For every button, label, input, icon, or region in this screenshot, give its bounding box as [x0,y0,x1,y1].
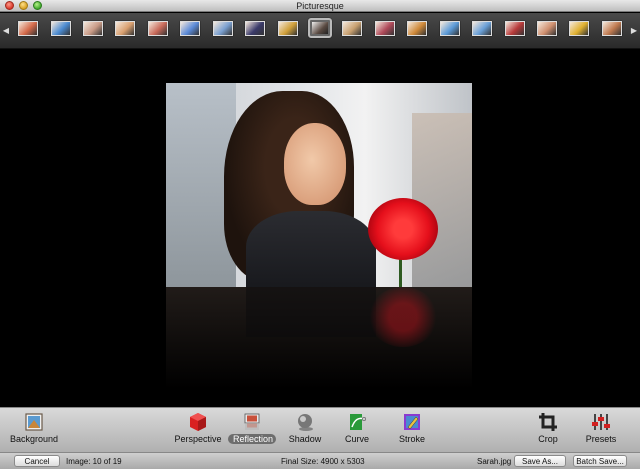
shadow-button[interactable]: Shadow [286,412,324,444]
background-button[interactable]: Background [8,412,60,444]
preview-canvas [0,50,640,407]
stroke-pencil-icon [404,414,420,430]
title-bar: Picturesque [0,0,640,12]
thumbnail-item[interactable] [472,21,492,36]
thumbnail-item[interactable] [83,21,103,36]
scroll-right-icon[interactable]: ▶ [628,13,640,49]
curve-button[interactable]: Curve [340,412,374,444]
thumbnail-item[interactable] [440,21,460,36]
filename-label: Sarah.jpg [477,457,512,466]
thumbnail-list [12,18,628,43]
perspective-button[interactable]: Perspective [174,412,222,444]
thumbnail-item[interactable] [278,21,298,36]
thumbnail-item[interactable] [407,21,427,36]
stroke-button[interactable]: Stroke [394,412,430,444]
curve-icon [350,414,367,430]
thumbnail-item[interactable] [505,21,525,36]
reflection-icon [244,413,260,430]
image-position-label: Image: 10 of 19 [66,457,122,466]
save-as-button[interactable]: Save As... [514,455,566,467]
thumbnail-item[interactable] [602,21,622,36]
cancel-button[interactable]: Cancel [14,455,60,467]
crop-button[interactable]: Crop [534,412,562,444]
thumbnail-item[interactable] [375,21,395,36]
final-size-label: Final Size: 4900 x 5303 [281,457,365,466]
scroll-left-icon[interactable]: ◀ [0,13,12,49]
reflection-button[interactable]: Reflection [228,412,276,444]
batch-save-button[interactable]: Batch Save... [573,455,627,467]
effects-toolbar: Background Perspective Reflection Shadow [0,407,640,452]
crop-icon [539,413,557,431]
thumbnail-item[interactable] [308,18,332,38]
thumbnail-item[interactable] [115,21,135,36]
status-bar: Cancel Image: 10 of 19 Final Size: 4900 … [0,452,640,469]
thumbnail-item[interactable] [245,21,265,36]
thumbnail-item[interactable] [18,21,38,36]
perspective-cube-icon [190,413,206,431]
image-reflection [166,287,472,407]
thumbnail-item[interactable] [342,21,362,36]
thumbnail-strip: ◀ ▶ [0,13,640,49]
thumbnail-item[interactable] [51,21,71,36]
thumbnail-item[interactable] [569,21,589,36]
background-icon [25,413,43,431]
thumbnail-item[interactable] [537,21,557,36]
presets-sliders-icon [592,414,610,430]
shadow-sphere-icon [298,414,313,431]
thumbnail-item[interactable] [213,21,233,36]
presets-button[interactable]: Presets [584,412,618,444]
window-title: Picturesque [296,1,344,11]
thumbnail-item[interactable] [148,21,168,36]
preview-image[interactable] [166,83,472,287]
thumbnail-item[interactable] [180,21,200,36]
